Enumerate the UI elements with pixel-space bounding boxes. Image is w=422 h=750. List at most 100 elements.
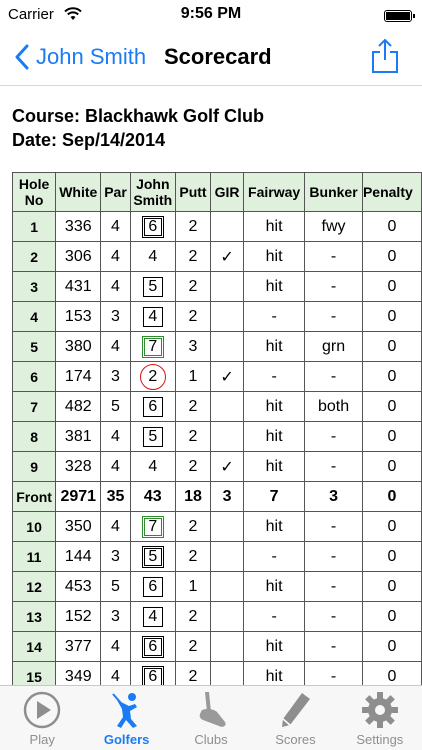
- gir-cell: [210, 631, 245, 662]
- penalty-cell: 0: [361, 391, 422, 422]
- score-mark: 4: [148, 457, 158, 475]
- hole-cell: 12: [12, 571, 57, 602]
- scorecard-table-container[interactable]: Hole No White Par John Smith Putt GIR Fa…: [12, 172, 422, 685]
- bunker-cell: -: [304, 541, 363, 572]
- gir-cell: [210, 301, 245, 332]
- putt-cell: 2: [174, 661, 212, 685]
- tab-clubs[interactable]: Clubs: [169, 686, 253, 750]
- par-cell: 3: [100, 361, 131, 392]
- hole-cell: 8: [12, 421, 57, 452]
- putt-cell: 2: [174, 631, 212, 662]
- par-cell: 4: [100, 211, 131, 242]
- fairway-cell: hit: [243, 391, 306, 422]
- back-button[interactable]: John Smith: [14, 42, 146, 72]
- hole-cell: 13: [12, 601, 57, 632]
- score-mark: 7: [141, 515, 164, 538]
- yardage-cell: 350: [55, 511, 102, 542]
- score-cell: 6: [129, 631, 176, 662]
- club-icon: [199, 692, 226, 727]
- penalty-cell: 0: [361, 541, 422, 572]
- putt-cell: 3: [174, 331, 212, 362]
- table-row[interactable]: 6 174 3 2 1 ✓ - -0: [12, 361, 422, 392]
- table-row[interactable]: 1 336 4 6 2 hit fwy 0: [12, 211, 422, 242]
- yardage-cell: 144: [55, 541, 102, 572]
- table-row[interactable]: 10 350 4 7 2 hit -0: [12, 511, 422, 542]
- bunker-cell: -: [304, 271, 363, 302]
- fairway-cell: hit: [243, 661, 306, 685]
- gir-cell: [210, 661, 245, 685]
- battery-icon: [384, 10, 415, 22]
- fairway-cell: hit: [243, 241, 306, 272]
- table-row[interactable]: 2 306 4 4 2 ✓ hit -0: [12, 241, 422, 272]
- table-row[interactable]: 13 152 3 4 2- -0: [12, 601, 422, 632]
- share-icon[interactable]: [370, 38, 400, 74]
- table-row[interactable]: 8 381 4 5 2 hit -0: [12, 421, 422, 452]
- fairway-cell: hit: [243, 451, 306, 482]
- gear-icon: [361, 692, 398, 728]
- bunker-cell: fwy: [304, 211, 363, 242]
- tab-play[interactable]: Play: [0, 686, 84, 750]
- bunker-cell: -: [304, 631, 363, 662]
- score-cell: 4: [129, 241, 176, 272]
- tab-settings[interactable]: Settings: [338, 686, 422, 750]
- tab-golfers[interactable]: Golfers: [84, 686, 168, 750]
- tab-bar: Play Golfers Clubs Scores Settings: [0, 685, 422, 750]
- putt-cell: 2: [174, 451, 212, 482]
- score-cell: 6: [129, 211, 176, 242]
- hole-cell: 5: [12, 331, 57, 362]
- table-row[interactable]: 11 144 3 5 2- -0: [12, 541, 422, 572]
- par-cell: 4: [100, 511, 131, 542]
- table-row[interactable]: 9 328 4 4 2 ✓ hit -0: [12, 451, 422, 482]
- par-cell: 35: [100, 481, 131, 512]
- score-mark: 4: [148, 247, 158, 265]
- score-mark: 6: [142, 396, 163, 417]
- gir-cell: ✓: [210, 241, 245, 272]
- table-row[interactable]: 14 377 4 6 2 hit -0: [12, 631, 422, 662]
- score-mark: 5: [141, 545, 164, 568]
- page-title: Scorecard: [164, 44, 272, 69]
- penalty-cell: 0: [361, 271, 422, 302]
- front-total-row[interactable]: Front 2971 35 43 18 3 7 3 0: [12, 481, 422, 512]
- header-gir: GIR: [210, 172, 245, 212]
- bunker-cell: -: [304, 421, 363, 452]
- putt-cell: 2: [174, 421, 212, 452]
- bunker-cell: -: [304, 661, 363, 685]
- penalty-cell: 0: [361, 301, 422, 332]
- hole-cell: 14: [12, 631, 57, 662]
- bunker-cell: -: [304, 511, 363, 542]
- round-info: Course: Blackhawk Golf Club Date: Sep/14…: [12, 104, 264, 152]
- table-row[interactable]: 7 482 5 6 2 hit both 0: [12, 391, 422, 422]
- score-cell: 4: [129, 601, 176, 632]
- penalty-cell: 0: [361, 211, 422, 242]
- score-cell: 7: [129, 511, 176, 542]
- score-mark: 6: [141, 665, 164, 685]
- table-row[interactable]: 15 349 4 6 2 hit -0: [12, 661, 422, 685]
- yardage-cell: 328: [55, 451, 102, 482]
- tab-scores-label: Scores: [275, 732, 316, 747]
- score-cell: 6: [129, 391, 176, 422]
- table-row[interactable]: 5 380 4 7 3 hit grn 0: [12, 331, 422, 362]
- table-row[interactable]: 4 153 3 4 2- -0: [12, 301, 422, 332]
- clock: 9:56 PM: [180, 5, 242, 22]
- fairway-cell: hit: [243, 331, 306, 362]
- putt-cell: 18: [174, 481, 212, 512]
- gir-cell: [210, 391, 245, 422]
- yardage-cell: 153: [55, 301, 102, 332]
- score-cell: 6: [129, 661, 176, 685]
- tab-play-label: Play: [29, 732, 55, 747]
- bunker-cell: grn: [304, 331, 363, 362]
- putt-cell: 2: [174, 301, 212, 332]
- score-cell: 2: [129, 361, 176, 392]
- table-row[interactable]: 12 453 5 6 1 hit -0: [12, 571, 422, 602]
- tab-scores[interactable]: Scores: [253, 686, 337, 750]
- yardage-cell: 336: [55, 211, 102, 242]
- hole-cell: 4: [12, 301, 57, 332]
- gir-cell: [210, 331, 245, 362]
- putt-cell: 1: [174, 571, 212, 602]
- yardage-cell: 2971: [55, 481, 102, 512]
- par-cell: 4: [100, 631, 131, 662]
- fairway-cell: hit: [243, 631, 306, 662]
- bunker-cell: both: [304, 391, 363, 422]
- gir-cell: 3: [210, 481, 245, 512]
- table-row[interactable]: 3 431 4 5 2 hit -0: [12, 271, 422, 302]
